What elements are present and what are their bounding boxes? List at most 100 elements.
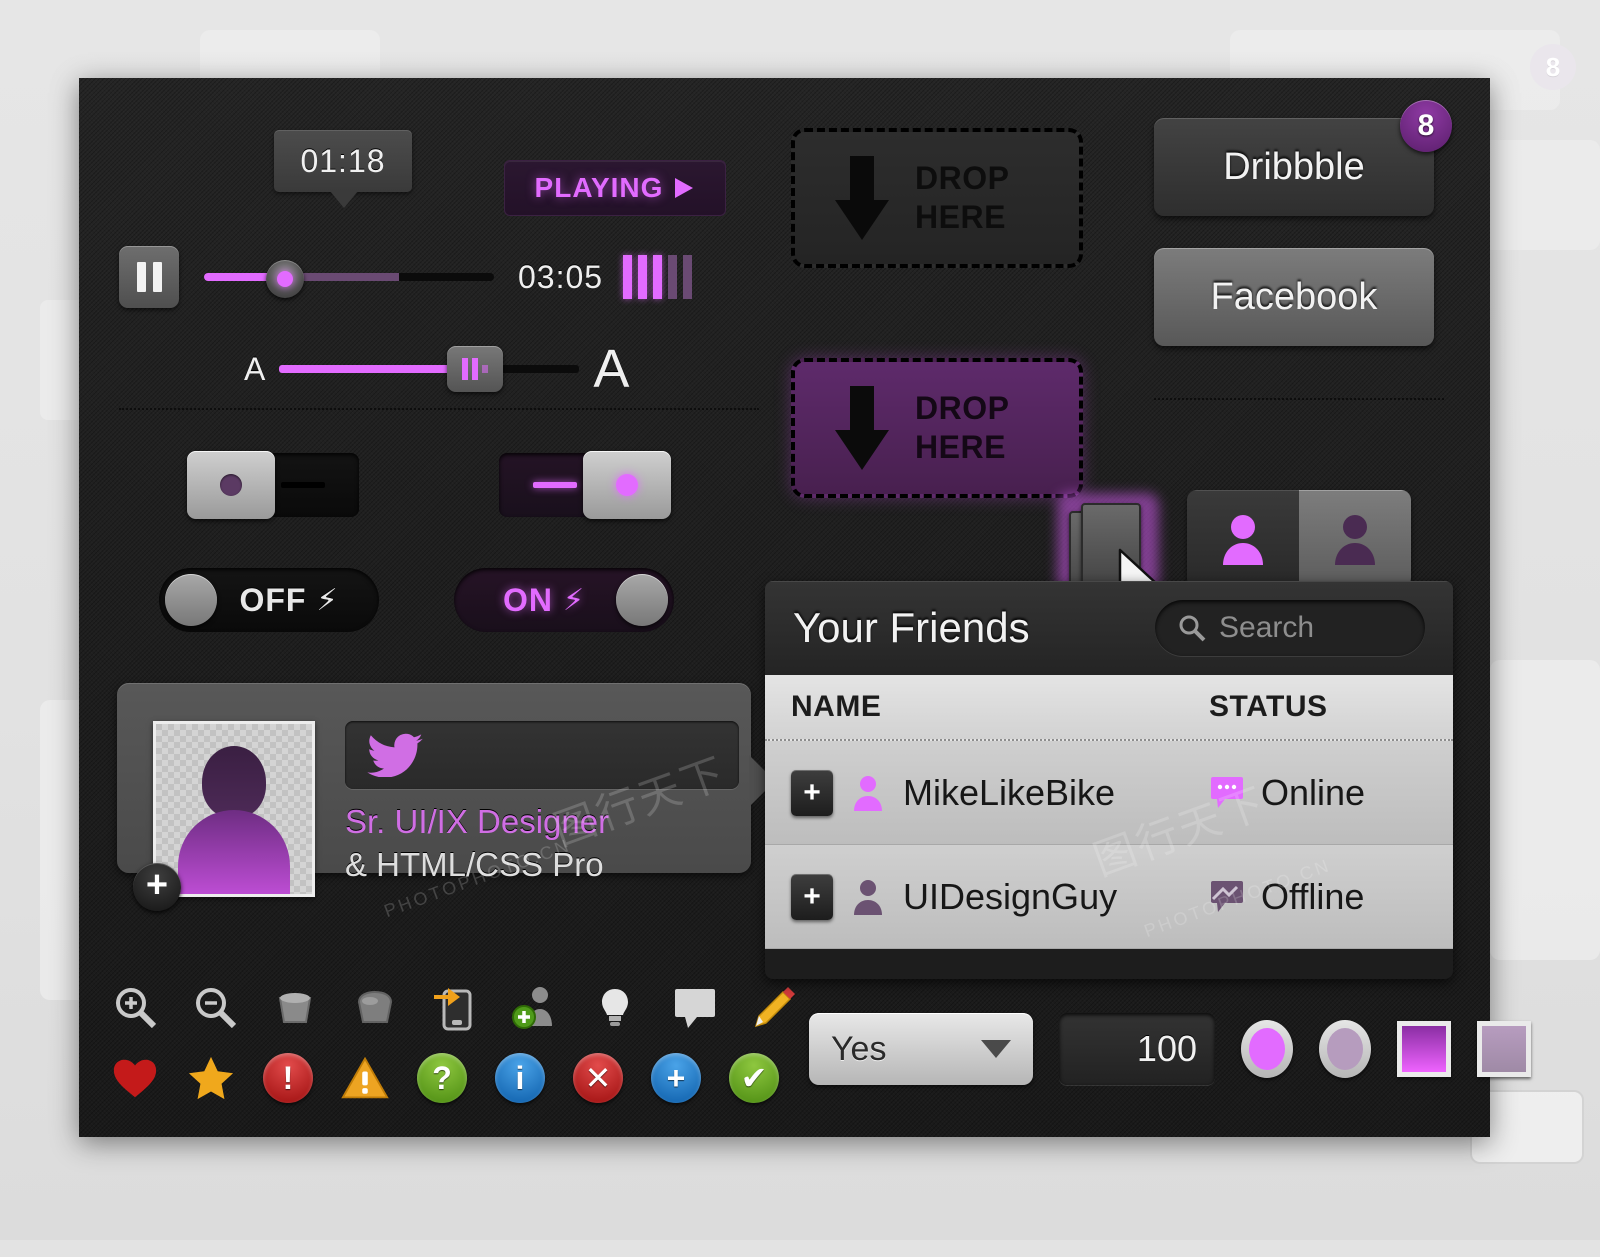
rocker-switch-on[interactable] bbox=[499, 451, 671, 519]
rocker-switch-off[interactable] bbox=[187, 451, 359, 519]
pencil-icon[interactable] bbox=[751, 983, 799, 1031]
avatar-head bbox=[202, 746, 266, 818]
seek-handle[interactable] bbox=[266, 260, 304, 298]
table-row[interactable]: + MikeLikeBike Online bbox=[765, 741, 1453, 845]
bucket-fill-icon[interactable] bbox=[351, 983, 399, 1031]
friend-name: MikeLikeBike bbox=[903, 771, 1116, 813]
font-size-handle[interactable] bbox=[447, 346, 504, 392]
current-time-label: 01:18 bbox=[300, 143, 386, 179]
pill-knob[interactable] bbox=[616, 574, 668, 626]
color-swatch-accent[interactable] bbox=[1397, 1021, 1451, 1077]
down-arrow-icon bbox=[835, 386, 889, 470]
seek-slider[interactable] bbox=[204, 246, 494, 308]
pill-off-label: OFF bbox=[239, 581, 307, 618]
user-button-inactive[interactable] bbox=[1299, 490, 1411, 588]
facebook-label: Facebook bbox=[1210, 275, 1378, 318]
pill-toggle-group: OFF ⚡ ON ⚡ bbox=[159, 568, 674, 632]
transport-controls: 03:05 bbox=[119, 246, 693, 308]
background-ghost-badge: 8 bbox=[1530, 44, 1576, 90]
font-size-remainder bbox=[501, 365, 580, 373]
chat-online-icon bbox=[1211, 776, 1243, 808]
bolt-icon: ⚡ bbox=[316, 583, 339, 617]
user-toggle-group bbox=[1187, 490, 1411, 588]
rocker-pad[interactable] bbox=[583, 451, 671, 519]
friend-name-cell: + UIDesignGuy bbox=[791, 873, 1209, 920]
grip-line bbox=[462, 358, 469, 380]
pause-bar bbox=[136, 262, 146, 292]
radio-unselected[interactable] bbox=[1319, 1020, 1371, 1078]
font-small-label: A bbox=[244, 350, 266, 387]
help-icon[interactable]: ? bbox=[417, 1053, 467, 1103]
friend-status-cell: Offline bbox=[1209, 876, 1364, 918]
bolt-icon: ⚡ bbox=[562, 583, 586, 617]
friends-search-input[interactable]: Search bbox=[1155, 600, 1425, 656]
chat-offline-icon bbox=[1211, 880, 1243, 912]
star-icon[interactable] bbox=[187, 1054, 235, 1102]
add-friend-button[interactable]: + bbox=[791, 873, 833, 920]
radio-selected[interactable] bbox=[1241, 1020, 1293, 1078]
avatar[interactable] bbox=[153, 721, 315, 897]
badge-icon-row: ! ? i ✕ + ✔ bbox=[111, 1053, 779, 1103]
dribbble-button[interactable]: Dribbble 8 bbox=[1154, 100, 1452, 216]
friends-header: Your Friends Search bbox=[765, 581, 1453, 675]
dropzone-idle[interactable]: DROP HERE bbox=[791, 128, 1083, 268]
friend-status: Offline bbox=[1261, 875, 1365, 917]
rocker-pad[interactable] bbox=[187, 451, 275, 519]
playback-status-label: PLAYING bbox=[534, 172, 664, 203]
signal-strength-indicator bbox=[623, 255, 693, 299]
twitter-handle-field[interactable] bbox=[345, 721, 739, 789]
dropzone-active[interactable]: DROP HERE bbox=[791, 358, 1083, 498]
add-icon[interactable]: + bbox=[651, 1053, 701, 1103]
info-icon[interactable]: i bbox=[495, 1053, 545, 1103]
add-friend-button[interactable]: + bbox=[791, 769, 833, 816]
dropzone-line2: HERE bbox=[915, 199, 1006, 235]
mobile-share-icon[interactable] bbox=[431, 983, 479, 1031]
rocker-dash bbox=[533, 482, 577, 488]
font-large-label: A bbox=[593, 339, 630, 399]
playback-status-chip[interactable]: PLAYING bbox=[504, 160, 726, 216]
comment-icon[interactable] bbox=[671, 983, 719, 1031]
rocker-dash bbox=[281, 482, 325, 488]
bottom-controls: Yes 100 bbox=[809, 1013, 1531, 1085]
ui-kit-panel: 01:18 PLAYING 03:05 A A OFF ⚡ ON ⚡ + Sr.… bbox=[79, 78, 1531, 1137]
pill-toggle-off[interactable]: OFF ⚡ bbox=[159, 568, 379, 632]
color-swatch-muted[interactable] bbox=[1477, 1021, 1531, 1077]
number-input[interactable]: 100 bbox=[1059, 1013, 1215, 1085]
warning-icon[interactable] bbox=[341, 1054, 389, 1102]
friend-status: Online bbox=[1261, 771, 1366, 813]
close-icon[interactable]: ✕ bbox=[573, 1053, 623, 1103]
background-ghost-shape bbox=[1490, 660, 1600, 960]
bucket-empty-icon[interactable] bbox=[271, 983, 319, 1031]
facebook-button[interactable]: Facebook bbox=[1154, 248, 1434, 346]
dropzone-line1: DROP bbox=[915, 389, 1010, 426]
zoom-in-icon[interactable] bbox=[111, 983, 159, 1031]
friend-name-cell: + MikeLikeBike bbox=[791, 769, 1209, 816]
profile-job-line2: & HTML/CSS Pro bbox=[345, 846, 604, 883]
zoom-out-icon[interactable] bbox=[191, 983, 239, 1031]
error-icon[interactable]: ! bbox=[263, 1053, 313, 1103]
pill-knob[interactable] bbox=[165, 574, 217, 626]
column-header-name: NAME bbox=[791, 690, 882, 723]
tool-icon-row bbox=[111, 983, 799, 1031]
table-row[interactable]: + UIDesignGuy Offline bbox=[765, 845, 1453, 949]
yes-no-select[interactable]: Yes bbox=[809, 1013, 1033, 1085]
check-icon[interactable]: ✔ bbox=[729, 1053, 779, 1103]
lightbulb-icon[interactable] bbox=[591, 983, 639, 1031]
column-header-status: STATUS bbox=[1209, 690, 1328, 723]
user-button-active[interactable] bbox=[1187, 490, 1299, 588]
font-size-progress bbox=[279, 365, 455, 373]
heart-icon[interactable] bbox=[111, 1054, 159, 1102]
friend-status-cell: Online bbox=[1209, 772, 1365, 814]
friends-column-headers: NAME STATUS bbox=[765, 675, 1453, 741]
pause-button[interactable] bbox=[119, 246, 179, 308]
dropzone-idle-text: DROP HERE bbox=[915, 159, 1009, 237]
section-divider bbox=[119, 408, 759, 410]
add-user-icon[interactable] bbox=[511, 983, 559, 1031]
avatar-add-button[interactable]: + bbox=[133, 863, 181, 911]
person-icon bbox=[854, 879, 882, 915]
pill-toggle-on[interactable]: ON ⚡ bbox=[454, 568, 674, 632]
search-icon bbox=[1179, 615, 1206, 642]
avatar-body bbox=[178, 810, 290, 894]
social-divider bbox=[1154, 398, 1444, 400]
font-size-slider[interactable] bbox=[279, 346, 580, 392]
